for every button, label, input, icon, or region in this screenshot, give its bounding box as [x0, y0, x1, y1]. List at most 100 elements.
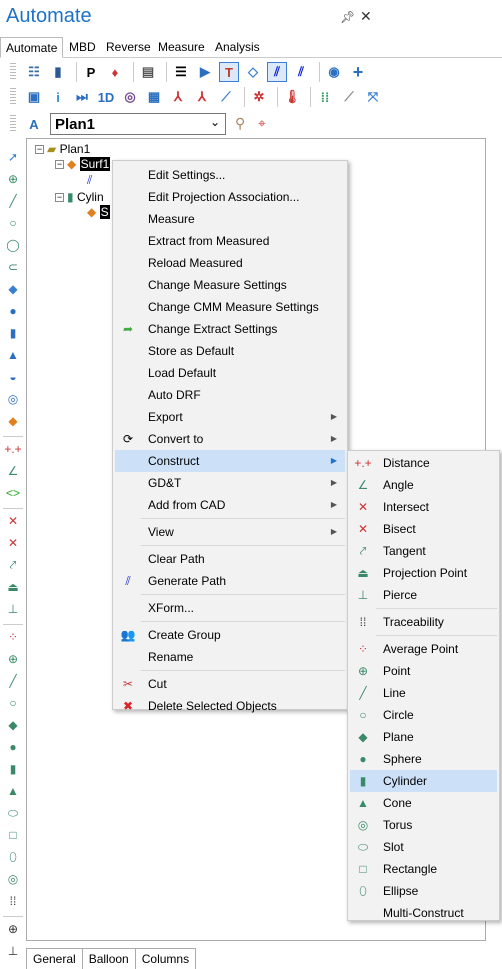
book-icon[interactable]: ▮	[48, 62, 68, 82]
view-icon[interactable]: ◎	[120, 87, 140, 107]
menu-item-change-measure-settings[interactable]: Change Measure Settings	[115, 274, 345, 296]
branch-icon[interactable]: ⤧	[363, 87, 383, 107]
menu-item-store-as-default[interactable]: Store as Default	[115, 340, 345, 362]
path-icon[interactable]: ⫽	[87, 173, 92, 188]
slot-icon[interactable]: ⬭	[4, 804, 22, 822]
menu-item-construct[interactable]: Construct ▶	[115, 450, 345, 472]
menu-item-intersect[interactable]: ✕ Intersect	[350, 496, 497, 518]
menu-item-slot[interactable]: ⬭ Slot	[350, 836, 497, 858]
menu-item-change-cmm-measure-settings[interactable]: Change CMM Measure Settings	[115, 296, 345, 318]
probe-icon[interactable]: ♦	[105, 62, 125, 82]
tab-analysis[interactable]: Analysis	[210, 37, 265, 58]
toolbar-grip[interactable]	[10, 88, 16, 106]
tree-node-plan1[interactable]: − ▰ Plan1	[35, 142, 90, 156]
tree-node-surf1[interactable]: − ◆ Surf1	[55, 157, 111, 171]
frame-icon[interactable]: ✲	[249, 87, 269, 107]
ellipse-icon[interactable]: ⬯	[4, 848, 22, 866]
cylinder-icon[interactable]: ▮	[4, 760, 22, 778]
add-icon[interactable]: +	[348, 62, 368, 82]
average-point-icon[interactable]: ⁘	[4, 628, 22, 646]
menu-item-extract-from-measured[interactable]: Extract from Measured	[115, 230, 345, 252]
sphere-icon[interactable]: ●	[4, 738, 22, 756]
tangent-icon[interactable]: ⤤	[4, 556, 22, 574]
menu-item-reload-measured[interactable]: Reload Measured	[115, 252, 345, 274]
step-icon[interactable]: ⏭	[72, 87, 92, 107]
robot-icon[interactable]: T	[219, 62, 239, 82]
perpendicular-icon[interactable]: ⊥	[4, 942, 22, 960]
camera-icon[interactable]: ▣	[24, 87, 44, 107]
plane-icon[interactable]: ◆	[4, 716, 22, 734]
table-icon[interactable]: ▦	[144, 87, 164, 107]
menu-item-distance[interactable]: +.+ Distance	[350, 452, 497, 474]
menu-item-tangent[interactable]: ⤤ Tangent	[350, 540, 497, 562]
toolbar-grip[interactable]	[10, 115, 16, 133]
menu-item-circle[interactable]: ○ Circle	[350, 704, 497, 726]
circle-icon[interactable]: ○	[4, 694, 22, 712]
menu-item-measure[interactable]: Measure	[115, 208, 345, 230]
1d-button[interactable]: 1D	[96, 87, 116, 107]
checklist-icon[interactable]: ☷	[24, 62, 44, 82]
axis-box-icon[interactable]: ⅄	[192, 87, 212, 107]
menu-item-view[interactable]: View ▶	[115, 521, 345, 543]
probe-point-icon[interactable]: ➚	[4, 148, 22, 166]
menu-item-load-default[interactable]: Load Default	[115, 362, 345, 384]
menu-item-create-group[interactable]: 👥 Create Group	[115, 624, 345, 646]
menu-item-ellipse[interactable]: ⬯ Ellipse	[350, 880, 497, 902]
hatch-icon[interactable]: ⟋	[339, 87, 359, 107]
tab-balloon[interactable]: Balloon	[83, 949, 136, 969]
projection-point-icon[interactable]: ⏏	[4, 578, 22, 596]
menu-item-projection-point[interactable]: ⏏ Projection Point	[350, 562, 497, 584]
menu-item-edit-settings[interactable]: Edit Settings...	[115, 164, 345, 186]
tab-general[interactable]: General	[26, 949, 83, 969]
menu-item-add-from-cad[interactable]: Add from CAD ▶	[115, 494, 345, 516]
tab-measure[interactable]: Measure	[153, 37, 210, 58]
search-icon[interactable]: ⚲	[235, 115, 245, 132]
menu-item-gd-t[interactable]: GD&T ▶	[115, 472, 345, 494]
menu-item-pierce[interactable]: ⊥ Pierce	[350, 584, 497, 606]
target-icon[interactable]: ◉	[324, 62, 344, 82]
menu-item-rectangle[interactable]: □ Rectangle	[350, 858, 497, 880]
menu-item-point[interactable]: ⊕ Point	[350, 660, 497, 682]
menu-item-rename[interactable]: Rename	[115, 646, 345, 668]
menu-item-angle[interactable]: ∠ Angle	[350, 474, 497, 496]
toolbar-grip[interactable]	[10, 63, 16, 81]
pin-icon[interactable]: 📌︎	[340, 10, 355, 24]
distance-icon[interactable]: +.+	[4, 440, 22, 458]
path-icon[interactable]: ⫽	[267, 62, 287, 82]
line-icon[interactable]: ╱	[4, 672, 22, 690]
cylinder-icon[interactable]: ▮	[4, 324, 22, 342]
arc-icon[interactable]: ◯	[4, 236, 22, 254]
cone-icon[interactable]: ▲	[4, 782, 22, 800]
menu-item-xform[interactable]: XForm...	[115, 597, 345, 619]
tab-reverse[interactable]: Reverse	[101, 37, 156, 58]
menu-item-edit-projection-association[interactable]: Edit Projection Association...	[115, 186, 345, 208]
new-plan-icon[interactable]: A	[24, 114, 44, 134]
menu-item-generate-path[interactable]: ⫽ Generate Path	[115, 570, 345, 592]
chevron-down-icon[interactable]: ⌄	[210, 115, 220, 129]
point-icon[interactable]: ⊕	[4, 170, 22, 188]
menu-item-auto-drf[interactable]: Auto DRF	[115, 384, 345, 406]
select-pointer-icon[interactable]: ⌖	[258, 115, 266, 132]
symmetry-icon[interactable]: <>	[4, 484, 22, 502]
report-icon[interactable]: ▤	[138, 62, 158, 82]
menu-item-clear-path[interactable]: Clear Path	[115, 548, 345, 570]
chart-icon[interactable]: ⟋	[216, 87, 236, 107]
axis-icon[interactable]: ⅄	[168, 87, 188, 107]
torus-icon[interactable]: ◎	[4, 870, 22, 888]
sphere-icon[interactable]: ●	[4, 302, 22, 320]
thermometer-icon[interactable]: 🌡︎	[282, 87, 302, 107]
tree-node-sub[interactable]: ◆ S	[87, 205, 110, 219]
traceability-icon[interactable]: ⁞⁞	[4, 892, 22, 910]
menu-item-bisect[interactable]: ✕ Bisect	[350, 518, 497, 540]
menu-item-sphere[interactable]: ● Sphere	[350, 748, 497, 770]
tree-node-cylinder[interactable]: − ▮ Cylin	[55, 190, 104, 204]
dish-icon[interactable]: ◒	[4, 368, 22, 386]
close-icon[interactable]: ✕	[360, 8, 372, 25]
menu-item-torus[interactable]: ◎ Torus	[350, 814, 497, 836]
line-icon[interactable]: ╱	[4, 192, 22, 210]
menu-item-average-point[interactable]: ⁘ Average Point	[350, 638, 497, 660]
tab-mbd[interactable]: MBD	[64, 37, 101, 58]
pierce-icon[interactable]: ⊥	[4, 600, 22, 618]
tab-automate[interactable]: Automate	[0, 37, 64, 58]
list-icon[interactable]: ☰	[171, 62, 191, 82]
